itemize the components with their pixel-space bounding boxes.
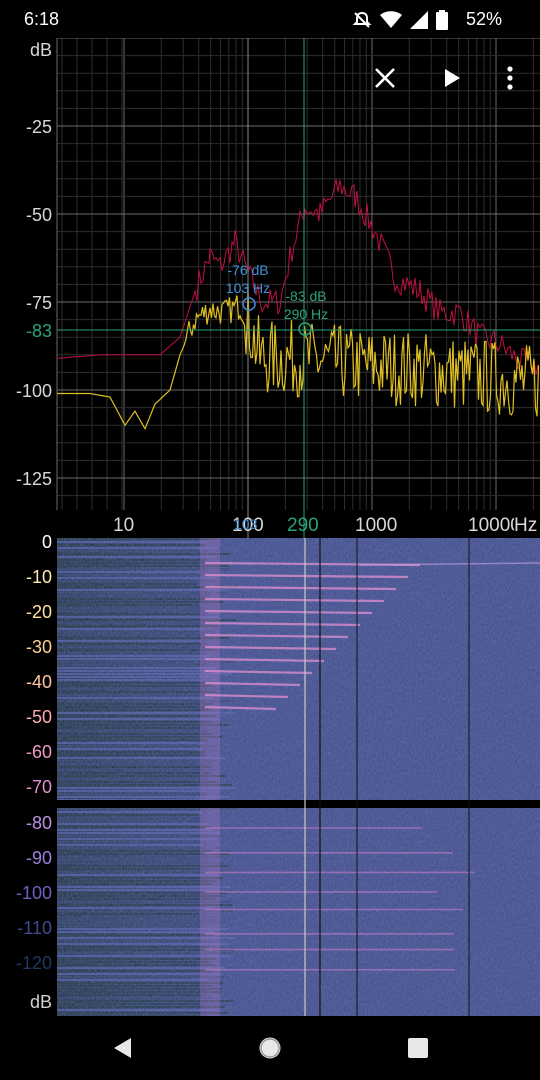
signal-icon <box>410 11 428 29</box>
spectrogram-label: -110 <box>17 918 52 938</box>
spectrogram-label: -10 <box>25 567 52 587</box>
spectrum-x-tick: 10000 <box>468 515 514 536</box>
spectrogram-label: -40 <box>25 672 52 692</box>
spectrogram-label: -50 <box>25 707 52 727</box>
spectrogram-noise <box>57 538 540 1016</box>
home-icon[interactable] <box>257 1035 283 1061</box>
spectrogram-label: -70 <box>25 777 52 797</box>
battery-icon <box>436 10 448 30</box>
spectrogram-label: 0 <box>41 532 52 552</box>
spectrum-y-tick: -50 <box>25 205 52 225</box>
wifi-icon <box>380 11 402 28</box>
play-icon <box>445 69 460 87</box>
spectrogram-label: -90 <box>25 848 52 868</box>
close-icon <box>375 68 395 88</box>
more-vert-icon <box>507 66 513 90</box>
spectrum-y-tick: -100 <box>15 381 52 401</box>
spectrum-y-unit: dB <box>29 40 52 60</box>
spectrum-x-tick-cursor2: 290 <box>287 515 319 536</box>
status-bar: 6:18 52% <box>0 0 540 38</box>
spectrum-y-tick: -25 <box>25 117 52 137</box>
status-icons <box>352 10 448 30</box>
spectrum-y-tick: -125 <box>15 469 52 489</box>
spectrum-x-tick-cursor1: 103 <box>234 516 258 532</box>
cursor-103hz-db: -76 dB <box>227 262 269 278</box>
dnd-off-icon <box>352 11 372 28</box>
status-time: 6:18 <box>24 9 60 29</box>
play-button[interactable] <box>436 62 468 94</box>
spectrogram-label: -20 <box>25 602 52 622</box>
spectrogram-label: -80 <box>25 813 52 833</box>
spectrogram-label: -100 <box>15 883 52 903</box>
spectrogram-label: -30 <box>25 637 52 657</box>
overflow-menu-button[interactable] <box>494 62 526 94</box>
cursor-290hz-db: -83 dB <box>285 288 327 304</box>
spectrogram[interactable] <box>0 538 540 1016</box>
spectrum-y-tick-cursor: -83 <box>25 321 52 341</box>
cursor-290hz-hz: 290 Hz <box>283 306 329 322</box>
navigation-bar <box>0 1016 540 1080</box>
spectrum-grid <box>56 38 540 510</box>
back-icon[interactable] <box>111 1036 133 1060</box>
spectrogram-label: -60 <box>25 742 52 762</box>
recents-icon[interactable] <box>407 1037 429 1059</box>
battery-percent: 52% <box>465 9 502 29</box>
spectrogram-unit: dB <box>29 992 52 1012</box>
spectrum-x-tick: 10 <box>113 515 135 536</box>
spectrum-peak-line <box>56 179 539 375</box>
cursor-290hz-label: -83 dB 290 Hz <box>270 287 342 323</box>
spectrogram-label: -120 <box>15 953 52 973</box>
spectrum-x-tick: 1000 <box>355 515 398 536</box>
spectrum-y-tick: -75 <box>25 293 52 313</box>
close-button[interactable] <box>369 62 401 94</box>
spectrogram-gap <box>57 800 540 808</box>
spectrum-x-unit: Hz <box>514 515 538 536</box>
